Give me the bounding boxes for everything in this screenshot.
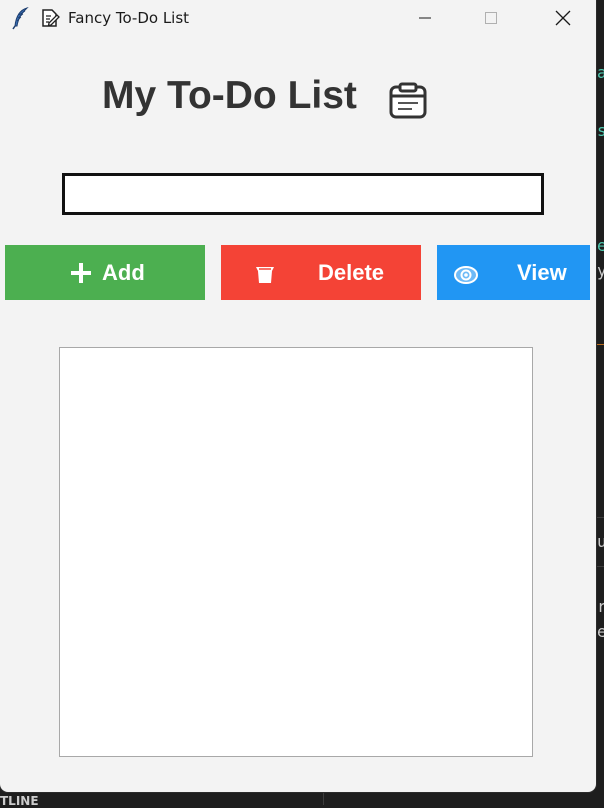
plus-icon (71, 263, 91, 283)
add-button-label: Add (102, 260, 145, 285)
background-text-fragment: s (597, 122, 604, 140)
background-divider (596, 566, 604, 567)
task-input[interactable] (62, 173, 544, 215)
view-button[interactable]: View (437, 245, 590, 300)
background-divider (596, 517, 604, 518)
background-text-fragment: u (597, 533, 604, 551)
close-button[interactable] (538, 0, 588, 36)
background-text-fragment: e (597, 237, 604, 255)
memo-icon (42, 9, 60, 27)
background-outline-label: TLINE (0, 794, 39, 808)
background-divider (596, 344, 604, 345)
background-divider (323, 792, 324, 805)
background-text-fragment: y (597, 262, 604, 280)
background-text-fragment: a (597, 64, 604, 82)
page-title: My To-Do List (102, 74, 357, 117)
trash-icon (256, 267, 274, 283)
app-window: Fancy To-Do List My To-Do List Add Delet… (0, 0, 596, 792)
background-text-fragment: r (597, 598, 604, 616)
maximize-icon (485, 12, 497, 24)
delete-button[interactable]: Delete (221, 245, 421, 300)
background-text-fragment: e (597, 623, 604, 641)
eye-icon (454, 266, 478, 284)
title-bar[interactable]: Fancy To-Do List (0, 0, 596, 38)
window-title: Fancy To-Do List (68, 9, 190, 27)
clipboard-icon (389, 82, 427, 119)
view-button-label: View (517, 260, 567, 285)
maximize-button[interactable] (466, 0, 516, 36)
close-icon (555, 10, 571, 26)
feather-icon (12, 6, 29, 30)
minimize-icon (419, 17, 431, 19)
add-button[interactable]: Add (5, 245, 205, 300)
delete-button-label: Delete (318, 260, 385, 285)
task-list[interactable] (59, 347, 533, 757)
background-editor (596, 0, 604, 805)
minimize-button[interactable] (400, 0, 450, 36)
